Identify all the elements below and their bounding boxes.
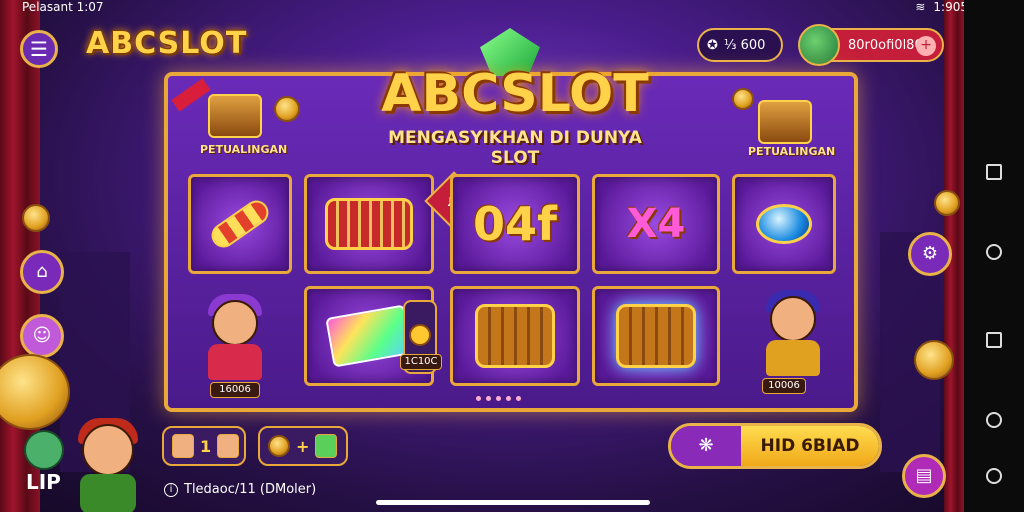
- barrel-icon: [325, 198, 413, 250]
- mascot-character: [76, 418, 140, 512]
- corner-label-left: PETUALINGAN: [200, 143, 288, 156]
- board-subtitle: MENGASYIKHAN DI DUNYA SLOT: [388, 128, 642, 168]
- rewards-separator: +: [296, 436, 310, 456]
- blue-gem-icon: [756, 204, 812, 244]
- recent-apps-icon[interactable]: [986, 164, 1002, 180]
- gesture-home-bar[interactable]: [376, 500, 650, 505]
- character-icon: ☺: [32, 325, 52, 346]
- back-icon[interactable]: [986, 412, 1002, 428]
- character-body: [766, 340, 820, 376]
- slot-tile-chest[interactable]: [450, 286, 580, 386]
- coin-icon: [268, 435, 290, 457]
- puzzle-icon: ✪: [707, 37, 718, 53]
- info-icon[interactable]: i: [164, 482, 178, 497]
- character-right: [758, 290, 828, 376]
- status-bar: Pelasant 1:07 ≋ 1:905: [0, 0, 1024, 16]
- balance-value: 80r0ofi0l80: [848, 37, 923, 53]
- footer-info-text: Tledaoc/11 (DMoler): [184, 482, 317, 497]
- candy-icon: [206, 195, 274, 253]
- app-logo: ABCSLOT: [86, 26, 248, 61]
- board-title: ABCSLOT: [381, 64, 649, 124]
- treasure-chest-icon: [208, 94, 262, 138]
- character-head: [770, 296, 816, 342]
- add-balance-button[interactable]: +: [916, 36, 936, 56]
- chat-icon: ▤: [915, 465, 933, 486]
- play-button-label: HID 6BIAD: [741, 426, 879, 466]
- chest-icon: [475, 304, 555, 368]
- home-icon: ⌂: [36, 261, 48, 282]
- character-head: [212, 300, 258, 346]
- wifi-icon: ≋: [915, 0, 926, 14]
- game-screen: Pelasant 1:07 ≋ 1:905 ☰ ABCSLOT ✪ ⅓ 600 …: [0, 0, 1024, 512]
- coin-icon: [732, 88, 754, 110]
- chat-button[interactable]: ▤: [902, 454, 946, 498]
- small-badge-tag: 1C10C: [400, 354, 442, 370]
- footer-info: i Tledaoc/11 (DMoler): [164, 482, 316, 497]
- slot-tile-number[interactable]: 04f: [450, 174, 580, 274]
- coin-icon: [409, 324, 431, 346]
- tile-number: 04f: [472, 197, 558, 251]
- balance-orb-icon: [798, 24, 840, 66]
- tile-multiplier: X4: [626, 201, 686, 247]
- character-left: [200, 294, 270, 380]
- location-icon[interactable]: [986, 468, 1002, 484]
- menu-button[interactable]: ☰: [20, 30, 58, 68]
- gear-icon: ⚙: [921, 243, 939, 264]
- plant-icon: [315, 434, 338, 458]
- mascot-body: [80, 474, 136, 512]
- coins-counter[interactable]: ✪ ⅓ 600: [697, 28, 783, 62]
- slot-tile-candy[interactable]: [188, 174, 292, 274]
- character-button[interactable]: ☺: [20, 314, 64, 358]
- treasure-chest-icon: [758, 100, 812, 144]
- play-button[interactable]: ❋ HID 6BIAD: [668, 423, 882, 469]
- system-nav-bar: [964, 0, 1024, 512]
- settings-button[interactable]: ⚙: [908, 232, 952, 276]
- home-button[interactable]: ⌂: [20, 250, 64, 294]
- coins-value: ⅓ 600: [723, 37, 766, 53]
- level-label: LIP: [26, 470, 61, 494]
- clock-text: 1:905: [933, 0, 968, 14]
- coin-icon: [22, 204, 50, 232]
- friends-pill[interactable]: 1: [162, 426, 246, 466]
- team-icon: ❋: [671, 426, 741, 466]
- friend-avatar-icon: [217, 434, 240, 458]
- hamburger-icon: ☰: [30, 37, 48, 61]
- mascot-head: [82, 424, 134, 476]
- balance-counter[interactable]: 80r0ofi0l80 +: [798, 24, 944, 66]
- character-tag-left: 16006: [210, 382, 260, 398]
- character-tag-right: 10006: [762, 378, 806, 394]
- square-nav-icon[interactable]: [986, 332, 1002, 348]
- chest-icon: [616, 304, 696, 368]
- slot-tile-barrel[interactable]: [304, 174, 434, 274]
- coin-icon: [934, 190, 960, 216]
- page-indicator: [476, 396, 521, 401]
- slot-tile-gem[interactable]: [732, 174, 836, 274]
- friend-avatar-icon: [172, 434, 194, 458]
- friends-count: 1: [200, 436, 212, 456]
- slot-tile-chest-glow[interactable]: [592, 286, 720, 386]
- slot-tile-multiplier[interactable]: X4: [592, 174, 720, 274]
- rewards-pill[interactable]: +: [258, 426, 348, 466]
- coin-icon: [274, 96, 300, 122]
- home-nav-icon[interactable]: [986, 244, 1002, 260]
- coin-icon: [914, 340, 954, 380]
- goblin-avatar: [24, 430, 64, 470]
- carrier-text: Pelasant 1:07: [22, 0, 104, 14]
- corner-label-right: PETUALINGAN: [748, 145, 836, 158]
- character-body: [208, 344, 262, 380]
